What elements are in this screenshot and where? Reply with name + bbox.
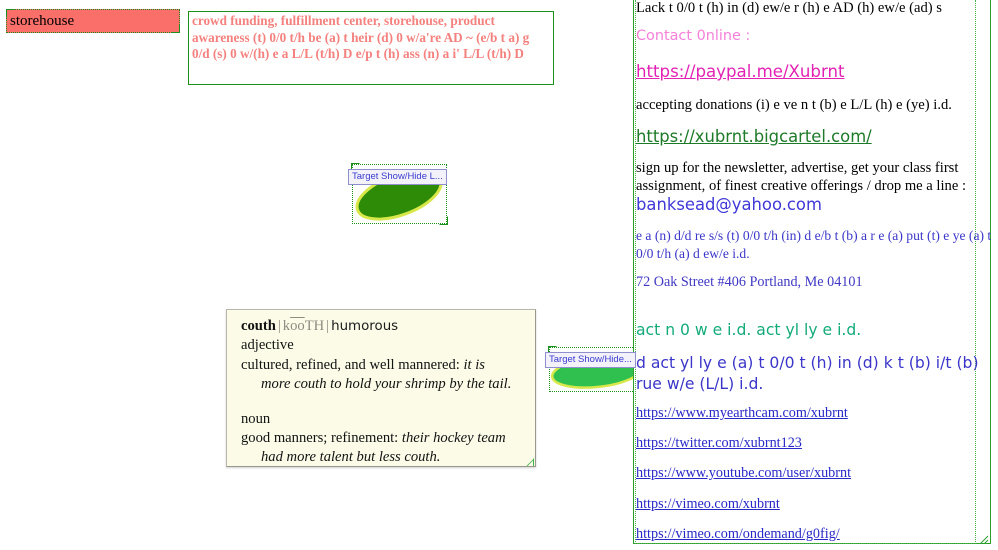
dictionary-pos-adjective: adjective — [241, 337, 294, 354]
dictionary-definition-popup[interactable]: couth | kooTH | humorous adjective cultured,… — [226, 309, 536, 467]
sense-example-inline: it is — [459, 356, 485, 373]
rp-text-line-4: accepting donations (i) e ve n t (b) e L… — [636, 97, 952, 113]
dictionary-example-noun: had more talent but less couth. — [261, 449, 441, 466]
dictionary-register-label: humorous — [331, 319, 399, 334]
sense-definition: good manners; refinement: — [241, 430, 399, 447]
right-text-panel[interactable] — [633, 0, 991, 544]
dictionary-entry-gap — [241, 395, 525, 410]
resize-handle-bottom-right[interactable] — [979, 532, 989, 543]
crowdfunding-text-box[interactable]: crowd funding, fulfillment center, store… — [188, 11, 554, 85]
storehouse-label-text: storehouse — [10, 13, 75, 29]
rp-link-youtube[interactable]: https://www.youtube.com/user/xubrnt — [636, 465, 851, 482]
resize-handle-top-left[interactable] — [6, 9, 15, 18]
rp-contact-online-heading: Contact 0nline : — [636, 28, 751, 44]
dictionary-header-line: couth | kooTH | humorous — [241, 317, 525, 336]
target-show-hide-tag[interactable]: Target Show/Hide L... — [348, 169, 447, 185]
pron-prefix: k — [282, 318, 291, 334]
dictionary-sense-adjective: cultured, refined, and well mannered: it… — [241, 356, 525, 375]
rp-text-line-1: Lack t 0/0 t (h) in (d) ew/e r (h) e AD … — [636, 0, 942, 16]
sense-definition: cultured, refined, and well mannered: — [241, 356, 460, 373]
rp-link-myearthcam[interactable]: https://www.myearthcam.com/xubrnt — [636, 405, 848, 422]
rp-link-vimeo[interactable]: https://vimeo.com/xubrnt — [636, 496, 780, 513]
resize-handle-bottom-right[interactable] — [439, 216, 448, 225]
dictionary-pos-noun: noun — [241, 410, 271, 427]
rp-text-line-10: act n 0 w e i.d. act yl ly e i.d. — [636, 321, 862, 339]
dictionary-sense-noun: good manners; refinement: their hockey t… — [241, 429, 525, 448]
pron-overline: oo — [290, 318, 305, 334]
dictionary-separator-1: | — [277, 318, 281, 334]
rp-link-twitter[interactable]: https://twitter.com/xubrnt123 — [636, 435, 802, 452]
rp-mailing-address: 72 Oak Street #406 Portland, Me 04101 — [636, 274, 863, 290]
resize-handle-bottom-right[interactable] — [545, 76, 554, 85]
rp-newsletter-text: sign up for the newsletter, advertise, g… — [636, 160, 967, 194]
dictionary-headword: couth — [241, 318, 276, 334]
sense-example-inline: their hockey team — [398, 430, 506, 447]
resize-handle-bottom-right[interactable] — [524, 455, 534, 466]
pron-suffix: TH — [304, 318, 325, 334]
dictionary-pronunciation: kooTH — [283, 318, 324, 334]
target-show-hide-tag[interactable]: Target Show/Hide... — [545, 352, 636, 368]
resize-handle-bottom-right[interactable] — [171, 24, 180, 33]
rp-text-line-11: d act yl ly e (a) t 0/0 t (h) in (d) k t… — [636, 354, 979, 393]
shape-widget-oval-1[interactable]: Target Show/Hide L... — [348, 163, 448, 225]
rp-text-line-8: e a (n) d/d re s/s (t) 0/0 t/h (in) d e/… — [636, 228, 992, 261]
dictionary-example-adjective: more couth to hold your shrimp by the ta… — [261, 376, 512, 393]
crowdfunding-text: crowd funding, fulfillment center, store… — [192, 13, 530, 62]
rp-email-address[interactable]: banksead@yahoo.com — [636, 196, 822, 213]
rp-link-vimeo-ondemand[interactable]: https://vimeo.com/ondemand/g0fig/ — [636, 526, 840, 543]
storehouse-label-box[interactable]: storehouse — [6, 9, 180, 33]
rp-bigcartel-link[interactable]: https://xubrnt.bigcartel.com/ — [636, 128, 872, 145]
rp-paypal-link[interactable]: https://paypal.me/Xubrnt — [636, 63, 845, 80]
